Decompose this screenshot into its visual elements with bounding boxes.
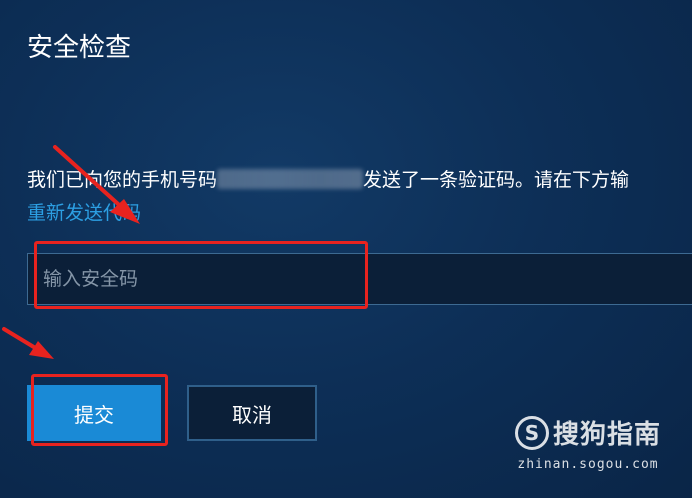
- message-text-before: 我们已向您的手机号码: [27, 169, 218, 191]
- security-code-input[interactable]: [28, 254, 692, 304]
- watermark: S 搜狗指南 zhinan.sogou.com: [508, 414, 668, 472]
- resend-code-link[interactable]: 重新发送代码: [27, 199, 141, 227]
- watermark-name: 搜狗指南: [552, 420, 661, 450]
- message-text-after: 发送了一条验证码。请在下方输: [363, 169, 630, 191]
- sogou-logo-icon: S: [514, 415, 549, 450]
- submit-button[interactable]: 提交: [27, 385, 161, 441]
- cancel-button[interactable]: 取消: [187, 385, 317, 441]
- masked-phone-number: [217, 169, 364, 189]
- annotation-arrow-icon: [2, 327, 54, 359]
- watermark-url: zhinan.sogou.com: [517, 457, 659, 472]
- verification-message: 我们已向您的手机号码 发送了一条验证码。请在下方输: [27, 166, 629, 194]
- security-code-field: [27, 253, 692, 305]
- dialog-title: 安全检查: [27, 33, 132, 63]
